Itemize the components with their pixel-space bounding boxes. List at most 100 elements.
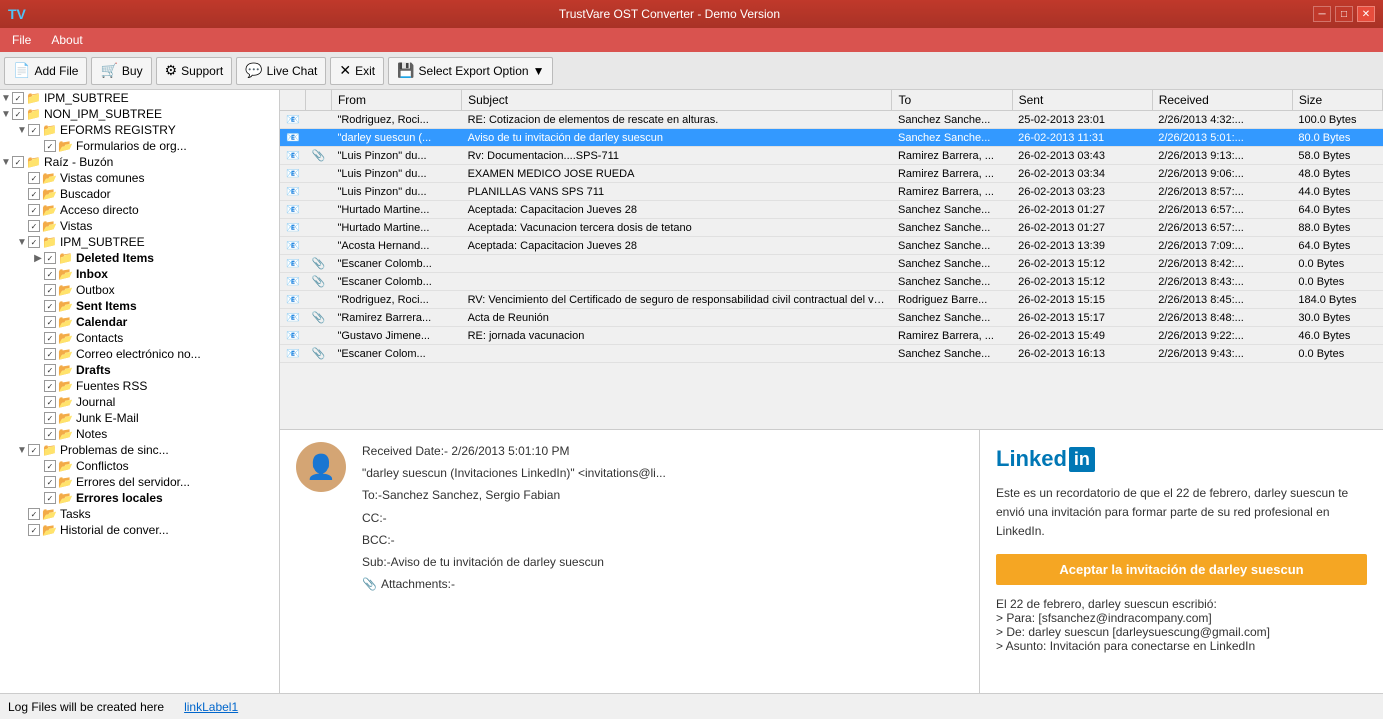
table-row[interactable]: 📧 📎 "Ramirez Barrera... Acta de Reunión … [280,309,1383,327]
table-row[interactable]: 📧 📎 "Escaner Colom... Sanchez Sanche... … [280,345,1383,363]
tree-item-ipm-subtree2[interactable]: ▼ 📁 IPM_SUBTREE [0,234,279,250]
tree-item-conflictos[interactable]: 📂 Conflictos [0,458,279,474]
table-row[interactable]: 📧 "Acosta Hernand... Aceptada: Capacitac… [280,237,1383,255]
tree-label: IPM_SUBTREE [44,91,129,105]
select-export-button[interactable]: 💾 Select Export Option ▼ [388,57,553,85]
table-row[interactable]: 📧 "Hurtado Martine... Aceptada: Vacunaci… [280,219,1383,237]
tree-item-ipm-subtree[interactable]: ▼ 📁 IPM_SUBTREE [0,90,279,106]
tree-checkbox[interactable] [28,236,40,248]
col-size-header[interactable]: Size [1292,90,1382,111]
tree-checkbox[interactable] [44,300,56,312]
tree-item-drafts[interactable]: 📂 Drafts [0,362,279,378]
menu-about[interactable]: About [43,31,90,49]
email-from: "Hurtado Martine... [331,219,461,237]
tree-checkbox[interactable] [44,396,56,408]
tree-checkbox[interactable] [12,108,24,120]
tree-item-fuentes-rss[interactable]: 📂 Fuentes RSS [0,378,279,394]
tree-item-calendar[interactable]: 📂 Calendar [0,314,279,330]
tree-item-deleted-items[interactable]: ▶ 📁 Deleted Items [0,250,279,266]
col-from-header[interactable]: From [331,90,461,111]
tree-checkbox[interactable] [44,252,56,264]
avatar: 👤 [296,442,346,492]
tree-checkbox[interactable] [44,140,56,152]
tree-item-correo-no[interactable]: 📂 Correo electrónico no... [0,346,279,362]
tree-item-notes[interactable]: 📂 Notes [0,426,279,442]
table-row[interactable]: 📧 📎 "Escaner Colomb... Sanchez Sanche...… [280,255,1383,273]
tree-checkbox[interactable] [28,204,40,216]
tree-checkbox[interactable] [44,332,56,344]
email-subject: PLANILLAS VANS SPS 711 [462,183,892,201]
col-subject-header[interactable]: Subject [462,90,892,111]
tree-item-sent-items[interactable]: 📂 Sent Items [0,298,279,314]
tree-checkbox[interactable] [44,268,56,280]
tree-checkbox[interactable] [44,428,56,440]
exit-button[interactable]: ✕ Exit [330,57,384,85]
tree-checkbox[interactable] [28,220,40,232]
tree-checkbox[interactable] [28,508,40,520]
tree-item-formularios[interactable]: 📂 Formularios de org... [0,138,279,154]
add-file-button[interactable]: 📄 Add File [4,57,87,85]
table-row[interactable]: 📧 "Rodriguez, Roci... RE: Cotizacion de … [280,111,1383,129]
tree-checkbox[interactable] [12,156,24,168]
live-chat-button[interactable]: 💬 Live Chat [236,57,326,85]
tree-checkbox[interactable] [44,364,56,376]
tree-checkbox[interactable] [28,124,40,136]
tree-item-historial[interactable]: 📂 Historial de conver... [0,522,279,538]
tree-item-journal[interactable]: 📂 Journal [0,394,279,410]
email-table: From Subject To Sent Received Size 📧 "Ro… [280,90,1383,363]
select-export-label: Select Export Option [419,64,529,78]
tree-checkbox[interactable] [28,524,40,536]
table-row[interactable]: 📧 "Hurtado Martine... Aceptada: Capacita… [280,201,1383,219]
tree-checkbox[interactable] [28,444,40,456]
minimize-button[interactable]: ─ [1313,6,1331,22]
tree-checkbox[interactable] [44,284,56,296]
tree-item-raiz-buzon[interactable]: ▼ 📁 Raíz - Buzón [0,154,279,170]
tree-item-errores-locales[interactable]: 📂 Errores locales [0,490,279,506]
folder-tree-panel: ▼ 📁 IPM_SUBTREE ▼ 📁 NON_IPM_SUBTREE ▼ 📁 … [0,90,280,693]
accept-invitation-button[interactable]: Aceptar la invitación de darley suescun [996,554,1367,585]
tree-item-buscador[interactable]: 📂 Buscador [0,186,279,202]
tree-item-errores-servidor[interactable]: 📂 Errores del servidor... [0,474,279,490]
email-subject: RV: Vencimiento del Certificado de segur… [462,291,892,309]
table-row[interactable]: 📧 "darley suescun (... Aviso de tu invit… [280,129,1383,147]
maximize-button[interactable]: □ [1335,6,1353,22]
support-button[interactable]: ⚙ Support [156,57,233,85]
tree-item-vistas-comunes[interactable]: 📂 Vistas comunes [0,170,279,186]
menu-file[interactable]: File [4,31,39,49]
close-button[interactable]: ✕ [1357,6,1375,22]
tree-checkbox[interactable] [44,316,56,328]
tree-item-problemas-sinc[interactable]: ▼ 📁 Problemas de sinc... [0,442,279,458]
tree-item-non-ipm-subtree[interactable]: ▼ 📁 NON_IPM_SUBTREE [0,106,279,122]
col-flag [280,90,306,111]
tree-checkbox[interactable] [28,188,40,200]
tree-item-vistas[interactable]: 📂 Vistas [0,218,279,234]
table-row[interactable]: 📧 "Luis Pinzon" du... EXAMEN MEDICO JOSE… [280,165,1383,183]
table-row[interactable]: 📧 "Luis Pinzon" du... PLANILLAS VANS SPS… [280,183,1383,201]
table-row[interactable]: 📧 📎 "Escaner Colomb... Sanchez Sanche...… [280,273,1383,291]
link-label[interactable]: linkLabel1 [184,700,238,714]
tree-item-acceso-directo[interactable]: 📂 Acceso directo [0,202,279,218]
tree-item-contacts[interactable]: 📂 Contacts [0,330,279,346]
tree-checkbox[interactable] [44,412,56,424]
tree-checkbox[interactable] [44,380,56,392]
tree-item-inbox[interactable]: 📂 Inbox [0,266,279,282]
tree-item-junk-email[interactable]: 📂 Junk E-Mail [0,410,279,426]
tree-checkbox[interactable] [44,476,56,488]
tree-item-eforms-registry[interactable]: ▼ 📁 EFORMS REGISTRY [0,122,279,138]
table-row[interactable]: 📧 "Rodriguez, Roci... RV: Vencimiento de… [280,291,1383,309]
table-row[interactable]: 📧 📎 "Luis Pinzon" du... Rv: Documentacio… [280,147,1383,165]
col-to-header[interactable]: To [892,90,1012,111]
tree-checkbox[interactable] [44,460,56,472]
tree-checkbox[interactable] [44,492,56,504]
col-sent-header[interactable]: Sent [1012,90,1152,111]
tree-item-outbox[interactable]: 📂 Outbox [0,282,279,298]
tree-item-tasks[interactable]: 📂 Tasks [0,506,279,522]
email-from: "Luis Pinzon" du... [331,165,461,183]
tree-checkbox[interactable] [44,348,56,360]
buy-button[interactable]: 🛒 Buy [91,57,151,85]
tree-checkbox[interactable] [12,92,24,104]
email-attach-icon: 📎 [306,147,332,165]
table-row[interactable]: 📧 "Gustavo Jimene... RE: jornada vacunac… [280,327,1383,345]
col-received-header[interactable]: Received [1152,90,1292,111]
tree-checkbox[interactable] [28,172,40,184]
